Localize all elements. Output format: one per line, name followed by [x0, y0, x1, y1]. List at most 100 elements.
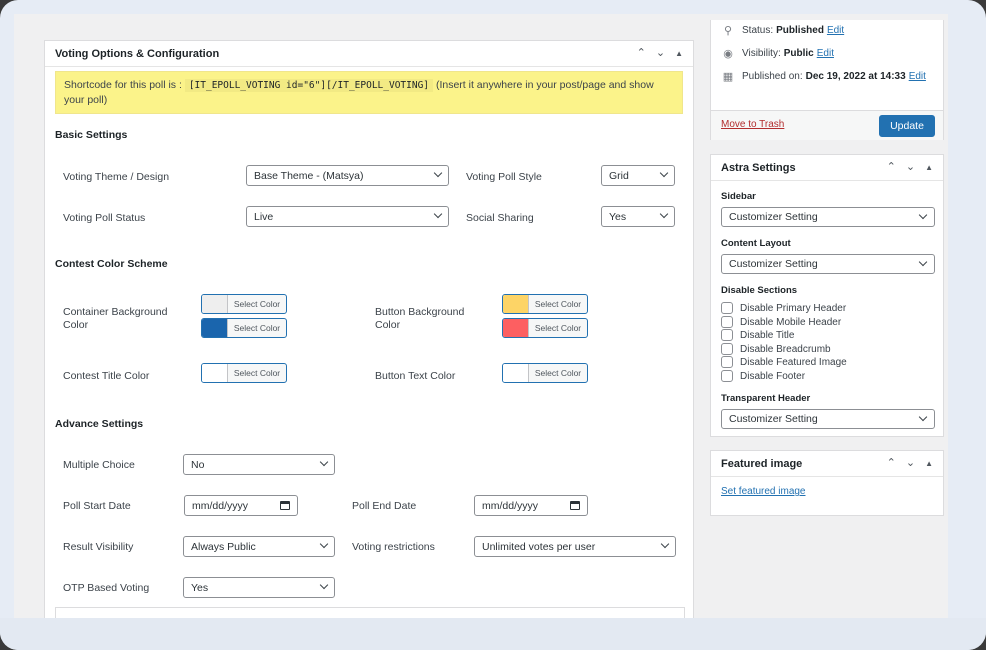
disable-title-checkbox[interactable]: Disable Title: [721, 329, 794, 341]
poll-status-select[interactable]: Live: [246, 206, 449, 227]
advance-settings-title: Advance Settings: [55, 418, 144, 430]
otp-voting-select[interactable]: Yes: [183, 577, 335, 598]
move-up-icon[interactable]: ⌃: [887, 458, 896, 469]
collapse-toggle-icon[interactable]: ▲: [925, 163, 933, 172]
select-color-label: Select Color: [534, 323, 582, 333]
multiple-choice-select[interactable]: No: [183, 454, 335, 475]
metabox-title: Voting Options & Configuration: [55, 47, 220, 60]
astra-settings-metabox: Astra Settings ⌃ ⌄ ▲ Sidebar Customizer …: [710, 154, 944, 437]
button-bg-color-2-button[interactable]: Select Color: [502, 318, 588, 338]
checkbox-label: Disable Featured Image: [740, 356, 847, 368]
shortcode-prefix: Shortcode for this poll is :: [64, 79, 182, 91]
checkbox[interactable]: [721, 316, 733, 328]
poll-start-date-input[interactable]: mm/dd/yyyy: [184, 495, 298, 516]
disable-mobile-header-checkbox[interactable]: Disable Mobile Header: [721, 316, 841, 328]
date-placeholder: mm/dd/yyyy: [482, 499, 539, 512]
chevron-down-icon: [918, 257, 928, 267]
checkbox-label: Disable Primary Header: [740, 302, 847, 314]
calendar-icon[interactable]: [570, 501, 580, 510]
visibility-label: Visibility:: [742, 48, 781, 59]
color-swatch: [202, 319, 228, 337]
shortcode-notice: Shortcode for this poll is : [IT_EPOLL_V…: [55, 71, 683, 114]
basic-settings-title: Basic Settings: [55, 129, 128, 141]
eye-icon: ◉: [723, 48, 733, 60]
metabox-header: Voting Options & Configuration ⌃ ⌄ ▲: [45, 41, 693, 67]
checkbox-label: Disable Mobile Header: [740, 316, 842, 328]
voting-options-metabox: Voting Options & Configuration ⌃ ⌄ ▲ Sho…: [44, 40, 694, 618]
voting-restrictions-value: Unlimited votes per user: [482, 540, 596, 553]
button-bg-label: Button Background Color: [375, 306, 465, 331]
chevron-down-icon: [319, 580, 329, 590]
featured-image-metabox: Featured image ⌃ ⌄ ▲ Set featured image: [710, 450, 944, 516]
disable-primary-header-checkbox[interactable]: Disable Primary Header: [721, 302, 846, 314]
checkbox[interactable]: [721, 356, 733, 368]
chevron-down-icon: [659, 168, 669, 178]
voting-theme-select[interactable]: Base Theme - (Matsya): [246, 165, 449, 186]
voting-theme-label: Voting Theme / Design: [63, 171, 170, 183]
edit-visibility-link[interactable]: Edit: [817, 48, 834, 59]
move-to-trash-link[interactable]: Move to Trash: [721, 119, 784, 130]
button-bg-color-1-button[interactable]: Select Color: [502, 294, 588, 314]
checkbox[interactable]: [721, 302, 733, 314]
status-value: Published: [776, 25, 824, 36]
move-up-icon[interactable]: ⌃: [637, 48, 646, 59]
poll-end-date-input[interactable]: mm/dd/yyyy: [474, 495, 588, 516]
published-label: Published on:: [742, 71, 803, 82]
result-visibility-select[interactable]: Always Public: [183, 536, 335, 557]
move-up-icon[interactable]: ⌃: [887, 162, 896, 173]
checkbox-label: Disable Breadcrumb: [740, 343, 831, 355]
update-button[interactable]: Update: [879, 115, 935, 137]
container-bg-label: Container Background Color: [63, 306, 168, 331]
color-swatch: [503, 364, 529, 382]
wp-admin-screen: Voting Options & Configuration ⌃ ⌄ ▲ Sho…: [14, 14, 948, 618]
sidebar-select[interactable]: Customizer Setting: [721, 207, 935, 227]
content-layout-select[interactable]: Customizer Setting: [721, 254, 935, 274]
published-on-row: ▦ Published on: Dec 19, 2022 at 14:33 Ed…: [721, 70, 926, 83]
edit-date-link[interactable]: Edit: [909, 71, 926, 82]
contest-title-color-button[interactable]: Select Color: [201, 363, 287, 383]
move-down-icon[interactable]: ⌄: [656, 48, 665, 59]
checkbox-label: Disable Title: [740, 329, 795, 341]
checkbox[interactable]: [721, 329, 733, 341]
transparent-header-select[interactable]: Customizer Setting: [721, 409, 935, 429]
published-value: Dec 19, 2022 at 14:33: [805, 71, 906, 82]
select-color-label: Select Color: [233, 368, 281, 378]
poll-style-value: Grid: [609, 169, 629, 182]
container-bg-color-1-button[interactable]: Select Color: [201, 294, 287, 314]
calendar-icon[interactable]: [280, 501, 290, 510]
social-sharing-select[interactable]: Yes: [601, 206, 675, 227]
chevron-down-icon: [433, 168, 443, 178]
transparent-header-value: Customizer Setting: [729, 413, 818, 425]
container-bg-color-2-button[interactable]: Select Color: [201, 318, 287, 338]
checkbox[interactable]: [721, 370, 733, 382]
otp-voting-value: Yes: [191, 581, 209, 594]
checkbox[interactable]: [721, 343, 733, 355]
disable-breadcrumb-checkbox[interactable]: Disable Breadcrumb: [721, 343, 831, 355]
button-text-color-label: Button Text Color: [375, 370, 456, 382]
move-down-icon[interactable]: ⌄: [906, 162, 915, 173]
disable-footer-checkbox[interactable]: Disable Footer: [721, 370, 805, 382]
chevron-down-icon: [319, 539, 329, 549]
visibility-row: ◉ Visibility: Public Edit: [721, 47, 834, 60]
select-color-label: Select Color: [233, 323, 281, 333]
select-color-label: Select Color: [534, 299, 582, 309]
transparent-header-label: Transparent Header: [721, 393, 811, 404]
voting-restrictions-select[interactable]: Unlimited votes per user: [474, 536, 676, 557]
metabox-header: Featured image ⌃ ⌄ ▲: [711, 451, 943, 477]
disable-featured-image-checkbox[interactable]: Disable Featured Image: [721, 356, 847, 368]
move-down-icon[interactable]: ⌄: [906, 458, 915, 469]
status-label: Status:: [742, 25, 774, 36]
social-sharing-value: Yes: [609, 210, 627, 223]
multiple-choice-value: No: [191, 458, 205, 471]
set-featured-image-link[interactable]: Set featured image: [721, 486, 806, 497]
status-row: ⚲ Status: Published Edit: [721, 24, 844, 37]
astra-settings-title: Astra Settings: [721, 161, 796, 174]
edit-status-link[interactable]: Edit: [827, 25, 844, 36]
shortcode-code: [IT_EPOLL_VOTING id="6"][/IT_EPOLL_VOTIN…: [184, 79, 434, 92]
color-swatch: [503, 319, 529, 337]
collapse-toggle-icon[interactable]: ▲: [675, 49, 683, 58]
color-swatch: [503, 295, 529, 313]
poll-style-select[interactable]: Grid: [601, 165, 675, 186]
button-text-color-button[interactable]: Select Color: [502, 363, 588, 383]
collapse-toggle-icon[interactable]: ▲: [925, 459, 933, 468]
